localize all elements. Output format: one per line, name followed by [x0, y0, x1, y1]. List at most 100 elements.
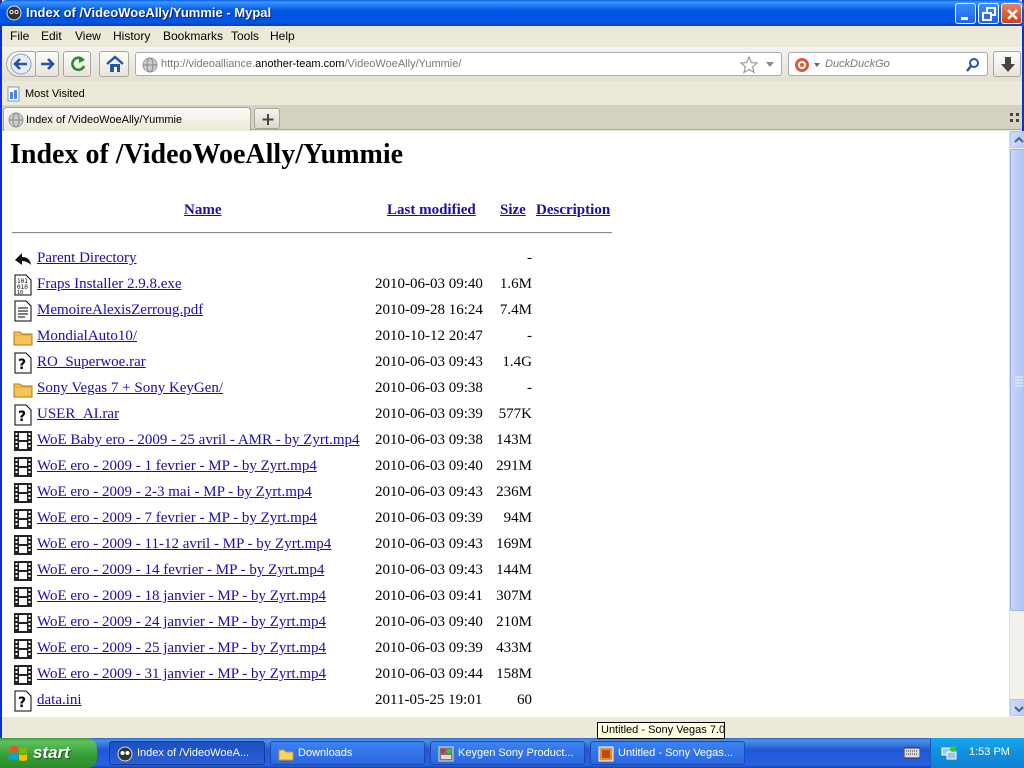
menu-view[interactable]: View: [75, 29, 101, 43]
table-row: WoE ero - 2009 - 1 fevrier - MP - by Zyr…: [2, 454, 622, 480]
column-size-header[interactable]: Size: [500, 202, 526, 219]
file-link[interactable]: USER_AI.rar: [37, 406, 119, 423]
table-row: WoE ero - 2009 - 24 janvier - MP - by Zy…: [2, 610, 622, 636]
forward-button[interactable]: [35, 51, 59, 77]
table-row: ? USER_AI.rar 2010-06-03 09:39 577K: [2, 402, 622, 428]
minimize-icon: [961, 17, 968, 20]
file-link[interactable]: WoE ero - 2009 - 14 fevrier - MP - by Zy…: [37, 562, 324, 579]
size-cell: 1.6M: [499, 276, 532, 292]
movie-icon: [13, 560, 33, 582]
table-row: MemoireAlexisZerroug.pdf 2010-09-28 16:24…: [2, 298, 622, 324]
network-icon[interactable]: [941, 745, 957, 761]
unknown-icon: ?: [13, 404, 33, 426]
menu-tools[interactable]: Tools: [231, 29, 259, 43]
scroll-thumb[interactable]: [1010, 149, 1024, 611]
size-cell: 210M: [496, 614, 532, 630]
file-link[interactable]: data.ini: [37, 692, 82, 709]
size-cell: 291M: [496, 458, 532, 474]
last-modified-cell: 2010-06-03 09:43: [375, 562, 483, 578]
plus-icon: [262, 114, 274, 125]
last-modified-cell: 2010-06-03 09:43: [375, 484, 483, 500]
size-cell: -: [527, 380, 532, 396]
menu-edit[interactable]: Edit: [41, 29, 62, 43]
search-icon[interactable]: [965, 57, 981, 73]
title-bar[interactable]: Index of /VideoWoeAlly/Yummie - Mypal: [0, 0, 1024, 26]
size-cell: 60: [517, 692, 532, 708]
url-dropdown-icon[interactable]: [765, 61, 775, 69]
file-link[interactable]: WoE Baby ero - 2009 - 25 avril - AMR - b…: [37, 432, 360, 449]
last-modified-cell: 2010-06-03 09:39: [375, 406, 483, 422]
tab-index-of-yummie[interactable]: Index of /VideoWoeAlly/Yummie: [3, 107, 251, 131]
file-link[interactable]: Parent Directory: [37, 250, 137, 267]
start-button[interactable]: start: [0, 738, 97, 768]
file-link[interactable]: WoE ero - 2009 - 1 fevrier - MP - by Zyr…: [37, 458, 317, 475]
new-tab-button[interactable]: [254, 108, 280, 129]
file-link[interactable]: WoE ero - 2009 - 31 janvier - MP - by Zy…: [37, 666, 326, 683]
table-row: Sony Vegas 7 + Sony KeyGen/2010-06-03 09…: [2, 376, 622, 402]
unknown-icon: ?: [13, 690, 33, 712]
file-link[interactable]: RO_Superwoe.rar: [37, 354, 146, 371]
movie-icon: [13, 586, 33, 608]
menu-help[interactable]: Help: [270, 29, 295, 43]
last-modified-cell: 2010-06-03 09:38: [375, 432, 483, 448]
scroll-down-button[interactable]: [1010, 699, 1024, 716]
close-button[interactable]: [1001, 3, 1022, 24]
file-link[interactable]: WoE ero - 2009 - 7 fevrier - MP - by Zyr…: [37, 510, 317, 527]
movie-icon: [13, 508, 33, 530]
task-label: Untitled - Sony Vegas...: [618, 747, 733, 759]
size-cell: 307M: [496, 588, 532, 604]
size-cell: 433M: [496, 640, 532, 656]
reload-icon: [71, 56, 86, 72]
window-title: Index of /VideoWoeAlly/Yummie - Mypal: [26, 5, 272, 20]
task-browser[interactable]: Index of /VideoWoeA...: [109, 741, 265, 765]
menu-bookmarks[interactable]: Bookmarks: [163, 29, 223, 43]
clock: 1:53 PM: [969, 746, 1010, 758]
bookmark-most-visited[interactable]: Most Visited: [25, 88, 85, 100]
column-name-header[interactable]: Name: [184, 202, 222, 219]
movie-icon: [13, 612, 33, 634]
duckduckgo-icon[interactable]: [793, 56, 823, 74]
svg-text:10: 10: [17, 290, 23, 296]
globe-icon: [142, 57, 158, 73]
menu-file[interactable]: File: [10, 29, 29, 43]
document-icon: [13, 300, 33, 322]
file-link[interactable]: WoE ero - 2009 - 18 janvier - MP - by Zy…: [37, 588, 326, 605]
home-button[interactable]: [99, 51, 129, 77]
navigation-toolbar: http://videoalliance.another-team.com/Vi…: [2, 47, 1022, 81]
url-bar[interactable]: http://videoalliance.another-team.com/Vi…: [135, 52, 782, 76]
task-sony-vegas[interactable]: Untitled - Sony Vegas...: [590, 741, 745, 765]
table-row: WoE ero - 2009 - 7 fevrier - MP - by Zyr…: [2, 506, 622, 532]
downloads-button[interactable]: [993, 51, 1021, 77]
task-downloads[interactable]: Downloads: [270, 741, 425, 765]
file-link[interactable]: WoE ero - 2009 - 24 janvier - MP - by Zy…: [37, 614, 326, 631]
column-last-modified-header[interactable]: Last modified: [387, 202, 476, 219]
restore-button[interactable]: [978, 3, 999, 24]
file-link[interactable]: Fraps Installer 2.9.8.exe: [37, 276, 182, 293]
reload-button[interactable]: [63, 51, 91, 77]
file-link[interactable]: MemoireAlexisZerroug.pdf: [37, 302, 203, 319]
task-label: Index of /VideoWoeA...: [137, 747, 250, 759]
minimize-button[interactable]: [955, 3, 976, 24]
bookmark-star-icon[interactable]: [739, 55, 759, 75]
table-row: WoE ero - 2009 - 25 janvier - MP - by Zy…: [2, 636, 622, 662]
file-link[interactable]: WoE ero - 2009 - 25 janvier - MP - by Zy…: [37, 640, 326, 657]
movie-icon: [13, 664, 33, 686]
column-description-header[interactable]: Description: [536, 202, 610, 219]
size-cell: 7.4M: [499, 302, 532, 318]
list-all-tabs-icon[interactable]: [1010, 113, 1020, 123]
menu-history[interactable]: History: [113, 29, 150, 43]
file-link[interactable]: WoE ero - 2009 - 11-12 avril - MP - by Z…: [37, 536, 331, 553]
file-link[interactable]: Sony Vegas 7 + Sony KeyGen/: [37, 380, 223, 397]
vertical-scrollbar[interactable]: [1009, 131, 1024, 717]
keyboard-icon[interactable]: [904, 746, 920, 760]
last-modified-cell: 2010-06-03 09:41: [375, 588, 483, 604]
most-visited-icon: [7, 86, 20, 102]
search-bar[interactable]: DuckDuckGo: [788, 52, 988, 76]
table-row: WoE ero - 2009 - 14 fevrier - MP - by Zy…: [2, 558, 622, 584]
scroll-up-button[interactable]: [1010, 131, 1024, 148]
file-link[interactable]: WoE ero - 2009 - 2-3 mai - MP - by Zyrt.…: [37, 484, 312, 501]
task-keygen[interactable]: Keygen Sony Product...: [430, 741, 585, 765]
file-link[interactable]: MondialAuto10/: [37, 328, 137, 345]
back-button[interactable]: [6, 51, 36, 77]
home-icon: [106, 55, 124, 72]
